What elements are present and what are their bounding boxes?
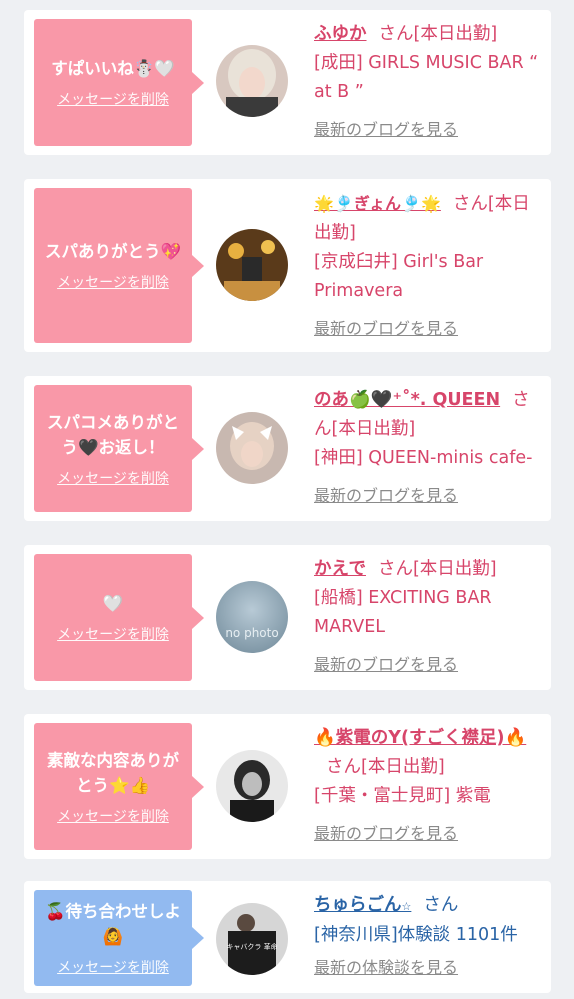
blog-link[interactable]: 最新のブログを見る xyxy=(314,651,458,675)
sender-name-link[interactable]: 🔥紫電のY(すごく襟足)🔥 xyxy=(314,728,526,748)
delete-message-link[interactable]: メッセージを削除 xyxy=(57,468,169,488)
message-list: すぱいいね☃️🤍 メッセージを削除 ふゆか さん[本日出勤] [成田] GIRLS… xyxy=(0,0,574,999)
message-card: 🍒待ち合わせしよ🙆 メッセージを削除 キャバクラ 革命 ちゅらごん☆ さん [神奈… xyxy=(24,881,551,993)
message-bubble: すぱいいね☃️🤍 メッセージを削除 xyxy=(34,19,204,146)
delete-message-link[interactable]: メッセージを削除 xyxy=(57,89,169,109)
no-photo-text: no photo xyxy=(225,626,278,640)
message-bubble: スパコメありがとう🖤お返し！ メッセージを削除 xyxy=(34,385,204,512)
avatar[interactable] xyxy=(216,750,288,822)
shop-name: [成田] GIRLS MUSIC BAR “ at B ” xyxy=(314,53,539,102)
avatar[interactable] xyxy=(216,229,288,301)
status-text: [本日出勤] xyxy=(413,24,498,44)
message-card: スパありがとう💖 メッセージを削除 🌟🎐ぎょん🎐🌟 さん[本日出勤] [京成臼井]… xyxy=(24,179,551,352)
status-text: [本日出勤] xyxy=(361,757,445,777)
sender-info: のあ🍏🖤⁺˚*. QUEEN さん[本日出勤] [神田] QUEEN-minis … xyxy=(314,386,542,506)
delete-message-link[interactable]: メッセージを削除 xyxy=(57,624,169,644)
blog-link[interactable]: 最新のブログを見る xyxy=(314,482,458,506)
message-card: すぱいいね☃️🤍 メッセージを削除 ふゆか さん[本日出勤] [成田] GIRLS… xyxy=(24,10,551,155)
message-card: スパコメありがとう🖤お返し！ メッセージを削除 のあ🍏🖤⁺˚*. QUEEN さん… xyxy=(24,376,551,521)
avatar[interactable] xyxy=(216,45,288,117)
review-count: [神奈川県]体験談 1101件 xyxy=(314,925,518,945)
avatar-shirt-text: キャバクラ 革命 xyxy=(226,942,277,951)
message-text: スパありがとう💖 xyxy=(44,242,182,261)
blog-link[interactable]: 最新のブログを見る xyxy=(314,820,458,844)
sender-name-link[interactable]: ふゆか xyxy=(314,24,367,44)
sender-name-link[interactable]: 🌟🎐ぎょん🎐🌟 xyxy=(314,194,441,213)
sender-name-link[interactable]: のあ🍏🖤⁺˚*. QUEEN xyxy=(314,390,500,410)
message-text: スパコメありがとう🖤お返し！ xyxy=(47,412,179,457)
honorific: さん xyxy=(423,895,459,915)
status-text: [本日出勤] xyxy=(412,559,497,579)
sender-info: 🌟🎐ぎょん🎐🌟 さん[本日出勤] [京成臼井] Girl's Bar Primav… xyxy=(314,189,542,339)
message-text: 🤍 xyxy=(102,594,124,613)
message-bubble: 素敵な内容ありがとう⭐️👍 メッセージを削除 xyxy=(34,723,204,850)
sender-info: かえで さん[本日出勤] [船橋] EXCITING BAR MARVEL 最新の… xyxy=(314,555,542,675)
avatar[interactable]: キャバクラ 革命 xyxy=(216,903,288,975)
honorific: さん xyxy=(326,757,361,777)
message-bubble: 🤍 メッセージを削除 xyxy=(34,554,204,681)
honorific: さん xyxy=(377,559,413,579)
shop-name: [千葉・富士見町] 紫電 xyxy=(314,786,491,806)
message-text: すぱいいね☃️🤍 xyxy=(51,59,175,78)
status-text: [本日出勤] xyxy=(331,419,416,439)
blog-link[interactable]: 最新のブログを見る xyxy=(314,315,458,339)
shop-name: [船橋] EXCITING BAR MARVEL xyxy=(314,588,492,637)
delete-message-link[interactable]: メッセージを削除 xyxy=(57,272,169,292)
shop-name: [京成臼井] Girl's Bar Primavera xyxy=(314,252,484,301)
sender-info: ちゅらごん☆ さん [神奈川県]体験談 1101件 最新の体験談を見る xyxy=(314,891,542,978)
sender-name-link[interactable]: かえで xyxy=(314,559,366,579)
honorific: さん xyxy=(452,194,488,214)
message-card: 🤍 メッセージを削除 no photo かえで さん[本日出勤] [船橋] EXC… xyxy=(24,545,551,690)
message-text: 🍒待ち合わせしよ🙆 xyxy=(44,902,182,946)
blog-link[interactable]: 最新のブログを見る xyxy=(314,116,458,140)
sender-info: 🔥紫電のY(すごく襟足)🔥 さん[本日出勤] [千葉・富士見町] 紫電 最新のブロ… xyxy=(314,724,542,844)
avatar[interactable]: no photo xyxy=(216,581,288,653)
honorific: さん xyxy=(378,24,414,44)
sender-name-link[interactable]: ちゅらごん☆ xyxy=(314,895,411,915)
message-card: 素敵な内容ありがとう⭐️👍 メッセージを削除 🔥紫電のY(すごく襟足)🔥 さん[本… xyxy=(24,714,551,859)
delete-message-link[interactable]: メッセージを削除 xyxy=(57,806,169,826)
shop-name: [神田] QUEEN-minis cafe- xyxy=(314,448,533,468)
message-text: 素敵な内容ありがとう⭐️👍 xyxy=(47,750,179,795)
message-bubble: 🍒待ち合わせしよ🙆 メッセージを削除 xyxy=(34,890,204,986)
sender-info: ふゆか さん[本日出勤] [成田] GIRLS MUSIC BAR “ at B … xyxy=(314,20,542,140)
name-star-icon: ☆ xyxy=(401,900,412,913)
review-link[interactable]: 最新の体験談を見る xyxy=(314,954,458,978)
delete-message-link[interactable]: メッセージを削除 xyxy=(57,957,169,977)
avatar[interactable] xyxy=(216,412,288,484)
message-bubble: スパありがとう💖 メッセージを削除 xyxy=(34,188,204,343)
